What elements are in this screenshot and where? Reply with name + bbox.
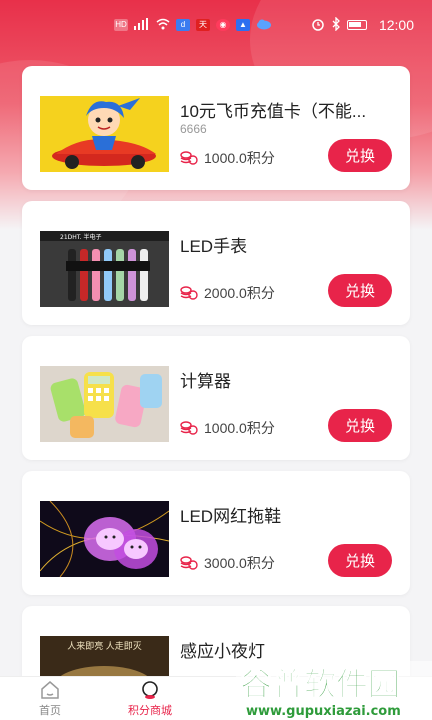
coins-icon bbox=[180, 421, 198, 435]
product-title: LED网红拖鞋 bbox=[180, 507, 282, 526]
home-icon bbox=[41, 680, 59, 699]
product-price: 1000.0积分 bbox=[180, 148, 275, 168]
product-title: 计算器 bbox=[180, 372, 231, 391]
redeem-button[interactable]: 兑换 bbox=[328, 544, 392, 577]
product-card[interactable]: 21DHT. 半电子 LED手表 2000.0积分 兑换 bbox=[22, 201, 410, 325]
product-price: 1000.0积分 bbox=[180, 418, 275, 438]
status-bar: HD d 天 ◉ ▲ 12:00 bbox=[0, 0, 432, 50]
product-card[interactable]: 计算器 1000.0积分 兑换 bbox=[22, 336, 410, 460]
product-price: 3000.0积分 bbox=[180, 553, 275, 573]
signal-4g-icon bbox=[134, 17, 150, 33]
redeem-button[interactable]: 兑换 bbox=[328, 274, 392, 307]
cloud-icon bbox=[256, 18, 272, 33]
product-title: LED手表 bbox=[180, 237, 248, 256]
price-text: 1000.0积分 bbox=[204, 420, 275, 436]
product-card[interactable]: 10元飞币充值卡（不能... 6666 1000.0积分 兑换 bbox=[22, 66, 410, 190]
battery-icon bbox=[346, 20, 367, 30]
redeem-button[interactable]: 兑换 bbox=[328, 139, 392, 172]
price-text: 3000.0积分 bbox=[204, 555, 275, 571]
tab-home-label: 首页 bbox=[39, 704, 61, 717]
app-icon-2: 天 bbox=[196, 19, 210, 31]
coins-icon bbox=[180, 556, 198, 570]
watermark-url: www.gupuxiazai.com bbox=[246, 704, 401, 719]
bluetooth-icon bbox=[331, 15, 341, 34]
status-right-icons: 12:00 bbox=[311, 15, 414, 34]
site-watermark: 谷普软件园 www.gupuxiazai.com bbox=[236, 655, 432, 720]
price-text: 2000.0积分 bbox=[204, 285, 275, 301]
app-icon-4: ▲ bbox=[236, 19, 250, 31]
led-slippers-image bbox=[40, 501, 169, 577]
status-time: 12:00 bbox=[378, 17, 414, 33]
price-text: 1000.0积分 bbox=[204, 150, 275, 166]
status-left-icons: HD d 天 ◉ ▲ bbox=[114, 17, 272, 33]
wifi-icon bbox=[156, 18, 170, 33]
tab-points-mall[interactable]: 积分商城 bbox=[100, 677, 200, 720]
product-card[interactable]: LED网红拖鞋 3000.0积分 兑换 bbox=[22, 471, 410, 595]
coins-icon bbox=[180, 151, 198, 165]
led-watch-image: 21DHT. 半电子 bbox=[40, 231, 169, 307]
redeem-button[interactable]: 兑换 bbox=[328, 409, 392, 442]
alarm-icon bbox=[311, 17, 325, 34]
svg-text:21DHT. 半电子: 21DHT. 半电子 bbox=[60, 233, 102, 241]
coins-icon bbox=[180, 286, 198, 300]
tab-home[interactable]: 首页 bbox=[0, 677, 100, 720]
product-price: 2000.0积分 bbox=[180, 283, 275, 303]
calculator-image bbox=[40, 366, 169, 442]
watermark-title: 谷普软件园 bbox=[240, 665, 400, 703]
hd-signal-icon: HD bbox=[114, 19, 128, 31]
product-subtitle: 6666 bbox=[180, 122, 207, 136]
tab-points-mall-label: 积分商城 bbox=[128, 704, 172, 717]
night-light-caption: 人来即亮 人走即灭 bbox=[67, 641, 142, 651]
app-icon-3: ◉ bbox=[216, 19, 230, 31]
points-mall-icon bbox=[142, 680, 158, 699]
app-icon-1: d bbox=[176, 19, 190, 31]
cartoon-car-image bbox=[40, 96, 169, 172]
product-title: 10元飞币充值卡（不能... bbox=[180, 102, 367, 121]
